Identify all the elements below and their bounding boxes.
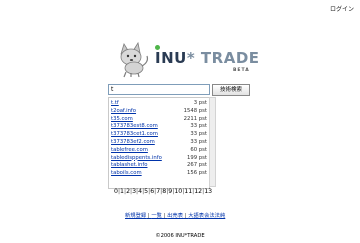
suggestion-term[interactable]: taboils.com xyxy=(111,170,142,178)
suggestion-count: 33 pst xyxy=(190,138,207,145)
footer-nav: 新規登録 | 一覧 | 出売表 | 大語表会法法純 xyxy=(125,211,240,219)
brand-i: I xyxy=(155,49,162,67)
brand-star: * xyxy=(186,49,196,67)
brand-nu: NU xyxy=(161,49,187,67)
suggestion-term[interactable]: t373783ef2.com xyxy=(111,139,155,147)
suggestion-term[interactable]: tabledisppents.info xyxy=(111,155,162,163)
login-link[interactable]: ログイン xyxy=(330,4,354,13)
pager-page-link[interactable]: 11 xyxy=(184,188,192,195)
pager-page-link[interactable]: 13 xyxy=(204,188,212,195)
suggestion-item[interactable]: t373783est8.com 33 pst xyxy=(111,123,207,131)
suggestion-list: t.tf 3 pst t2oaf.info 1548 pst t35.com 2211 p… xyxy=(108,97,210,189)
suggestion-item[interactable]: t2oaf.info 1548 pst xyxy=(111,108,207,116)
suggestion-count: 3 pst xyxy=(193,100,207,106)
suggestion-term[interactable]: t35.com xyxy=(111,116,133,124)
suggestion-items: t.tf 3 pst t2oaf.info 1548 pst t35.com 2211 p… xyxy=(111,100,207,178)
suggestion-scrollbar[interactable] xyxy=(209,97,216,187)
suggestion-item[interactable]: tabledisppents.info 199 pst xyxy=(111,155,207,163)
suggestion-item[interactable]: t373783cet1.com 33 pst xyxy=(111,131,207,139)
nav-link[interactable]: 新規登録 xyxy=(125,213,146,219)
pagination: 0|1|2|3|4|5|6|7|8|9|10|11|12|13 xyxy=(114,188,254,195)
nav-link[interactable]: 大語表会法法純 xyxy=(188,213,225,219)
suggestion-count: 156 pst xyxy=(187,170,207,177)
nav-link[interactable]: 一覧 xyxy=(151,213,162,219)
suggestion-item[interactable]: t373783ef2.com 33 pst xyxy=(111,139,207,147)
suggestion-term[interactable]: t2oaf.info xyxy=(111,108,136,116)
nav-link[interactable]: 出売表 xyxy=(167,213,183,219)
suggestion-term[interactable]: t373783cet1.com xyxy=(111,131,158,139)
search-bar: t 技術検索 xyxy=(108,84,258,96)
suggestion-item[interactable]: taboils.com 156 pst xyxy=(111,170,207,178)
dog-mascot-icon xyxy=(120,41,149,78)
copyright: ©2006 INU*TRADE xyxy=(155,233,205,239)
search-input[interactable]: t xyxy=(108,84,210,95)
suggestion-count: 267 pst xyxy=(187,162,207,169)
suggestion-term[interactable]: tablefree.com xyxy=(111,147,148,155)
pager-page-link[interactable]: 10 xyxy=(174,188,182,195)
suggestion-term[interactable]: t.tf xyxy=(111,100,119,108)
suggestion-term[interactable]: t373783est8.com xyxy=(111,123,158,131)
brand-trade: TRADE xyxy=(200,49,260,67)
suggestion-count: 199 pst xyxy=(187,154,207,161)
brand-wordmark: INU* TRADE xyxy=(155,49,260,67)
suggestion-item[interactable]: t.tf 3 pst xyxy=(111,100,207,108)
site-logo[interactable]: INU* TRADE BETA xyxy=(115,38,259,78)
suggestion-item[interactable]: tablefree.com 60 pst xyxy=(111,147,207,155)
suggestion-count: 33 pst xyxy=(190,131,207,138)
suggestion-count: 60 pst xyxy=(190,146,207,153)
suggestion-count: 1548 pst xyxy=(183,107,207,114)
search-button[interactable]: 技術検索 xyxy=(212,84,250,96)
beta-badge: BETA xyxy=(233,68,250,73)
suggestion-count: 33 pst xyxy=(190,123,207,130)
suggestion-term[interactable]: tablashet.info xyxy=(111,162,147,170)
suggestion-item[interactable]: tablashet.info 267 pst xyxy=(111,162,207,170)
pager-page-link[interactable]: 12 xyxy=(194,188,202,195)
suggestion-item[interactable]: t35.com 2211 pst xyxy=(111,116,207,124)
suggestion-count: 2211 pst xyxy=(183,115,207,122)
